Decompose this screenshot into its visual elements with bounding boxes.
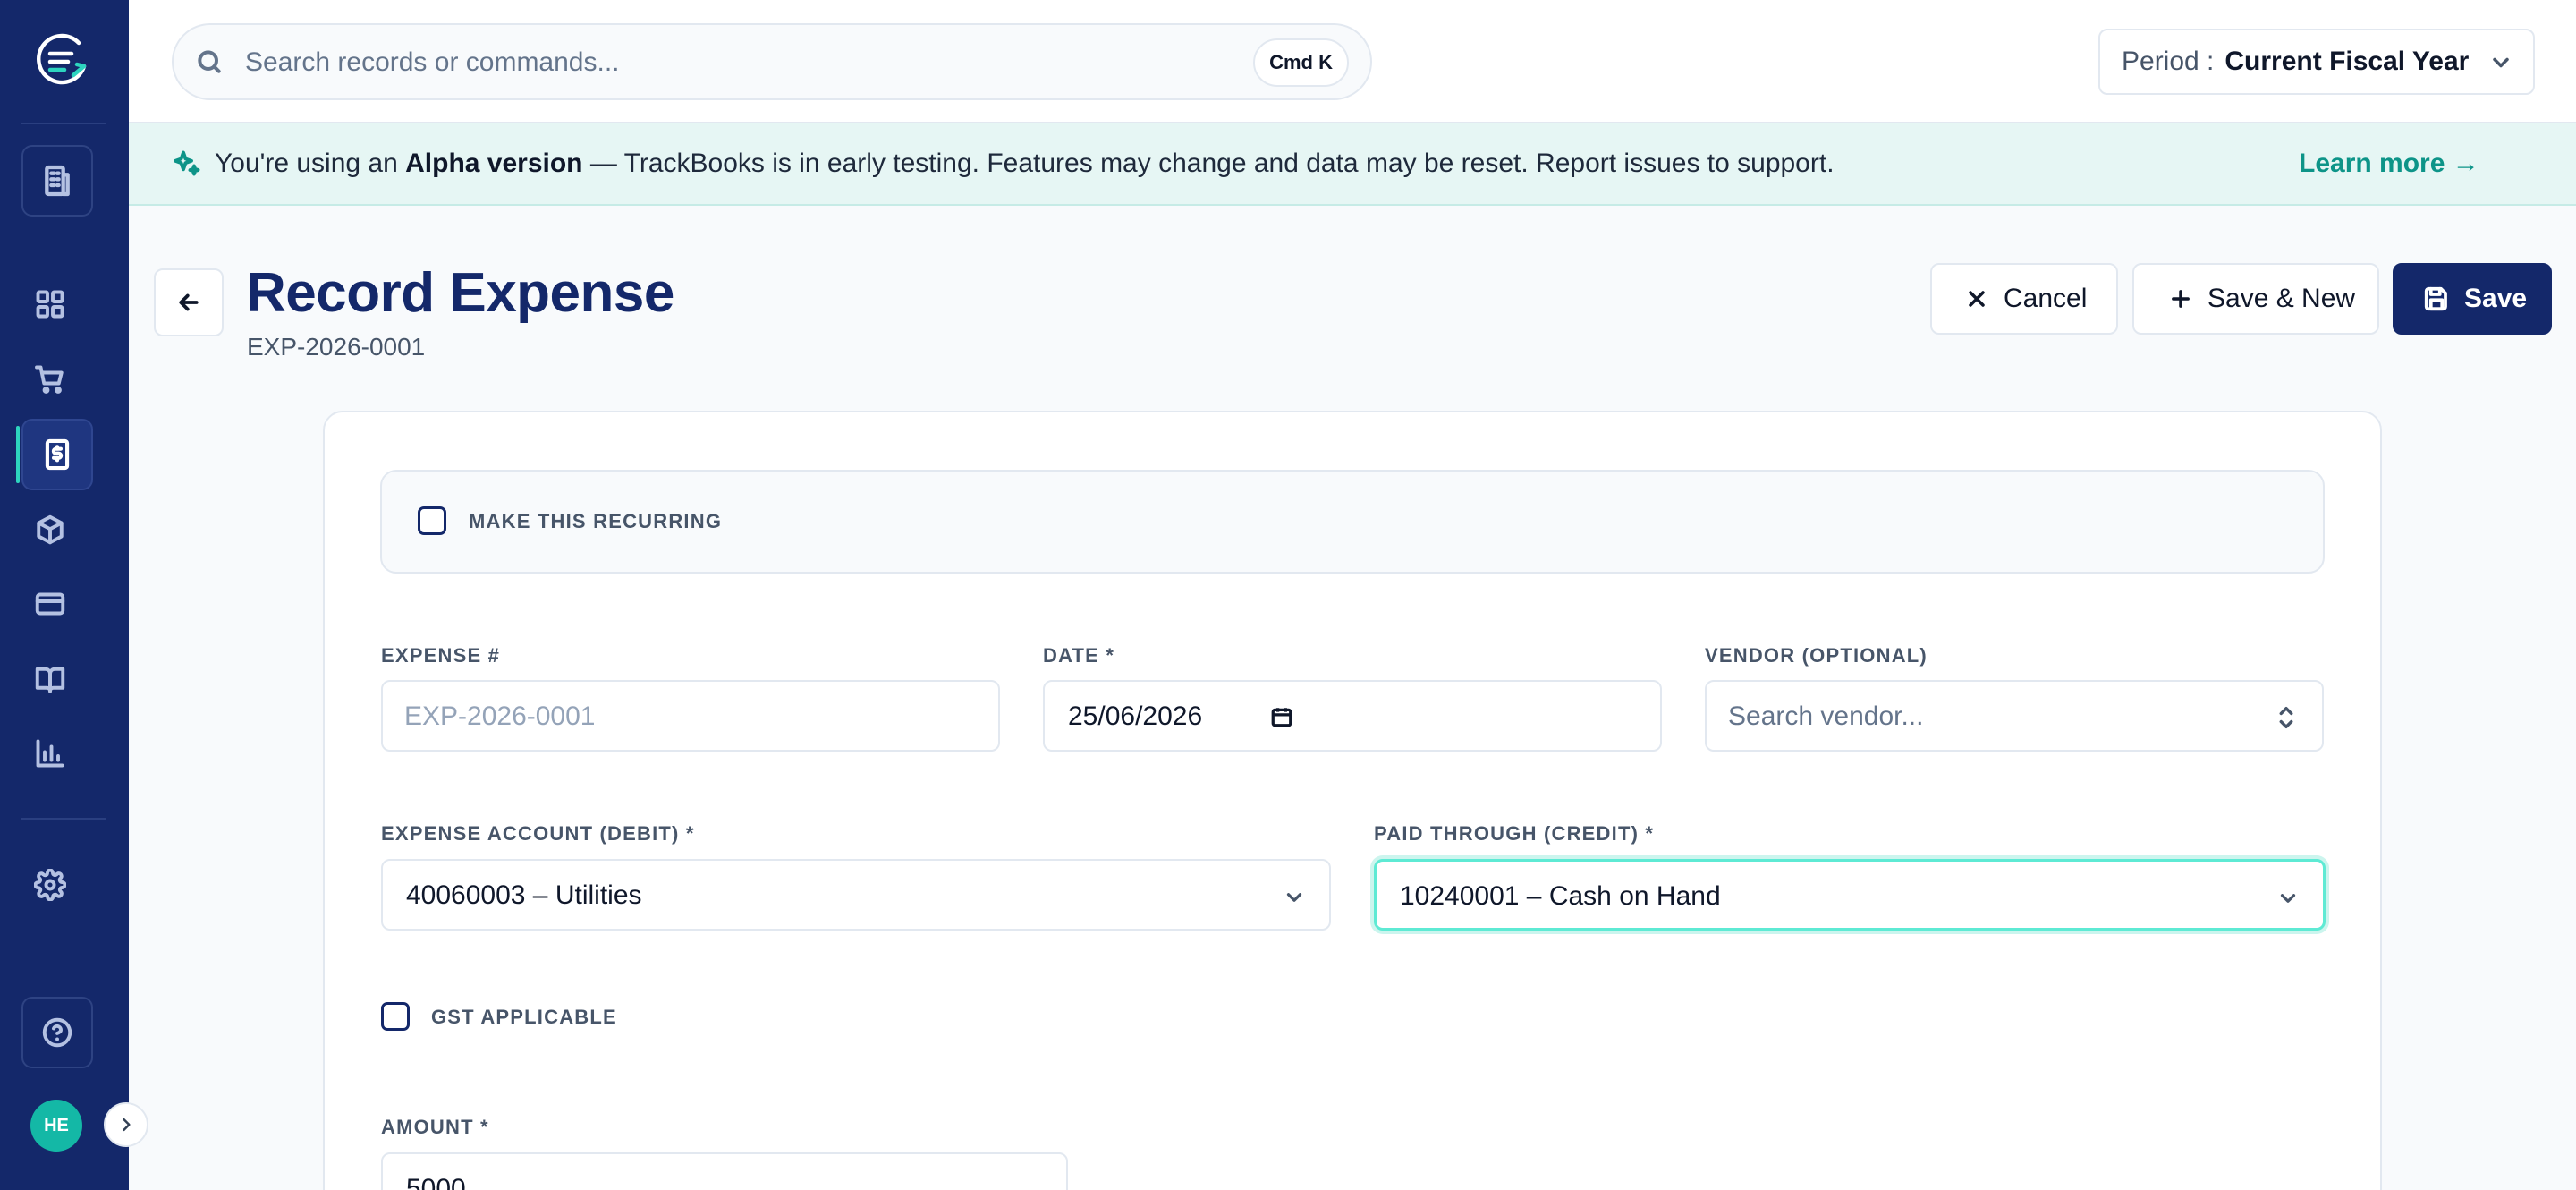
period-label: Period : xyxy=(2122,47,2215,76)
date-field[interactable]: 25/06/2026 xyxy=(1043,680,1662,752)
help-icon xyxy=(42,1017,72,1048)
save-and-new-button[interactable]: Save & New xyxy=(2132,263,2379,335)
sidebar-item-dashboard[interactable] xyxy=(30,285,70,324)
save-label: Save xyxy=(2464,284,2528,313)
chevron-down-icon xyxy=(2276,887,2300,917)
page-subtitle: EXP-2026-0001 xyxy=(247,333,426,361)
avatar-initials: HE xyxy=(44,1115,69,1135)
arrow-left-icon xyxy=(179,293,199,311)
period-value: Current Fiscal Year xyxy=(2224,47,2470,76)
expense-icon xyxy=(45,438,70,471)
sidebar-item-reports[interactable] xyxy=(30,734,70,773)
search-shortcut-badge: Cmd K xyxy=(1253,38,1349,87)
vendor-select[interactable] xyxy=(1705,680,2324,752)
expense-account-label: EXPENSE ACCOUNT (DEBIT) * xyxy=(381,822,695,845)
expense-account-value: 40060003 – Utilities xyxy=(406,880,642,910)
amount-value: 5000 xyxy=(406,1174,466,1190)
expense-number-input[interactable] xyxy=(404,698,959,735)
sidebar-divider xyxy=(21,123,106,124)
chevron-down-icon xyxy=(2488,50,2513,82)
building-icon xyxy=(45,165,70,197)
close-icon xyxy=(1969,291,1985,307)
vendor-search-input[interactable] xyxy=(1728,698,2283,735)
period-selector[interactable]: Period : Current Fiscal Year xyxy=(2098,29,2535,95)
avatar[interactable]: HE xyxy=(30,1100,82,1152)
gst-label: GST APPLICABLE xyxy=(431,1006,617,1028)
paid-through-value: 10240001 – Cash on Hand xyxy=(1400,881,1721,911)
expense-account-select[interactable]: 40060003 – Utilities xyxy=(381,859,1331,931)
cancel-label: Cancel xyxy=(2004,284,2088,313)
calendar-icon[interactable] xyxy=(1270,705,1293,735)
sidebar-item-company[interactable] xyxy=(21,145,93,217)
expense-number-label: EXPENSE # xyxy=(381,644,501,667)
gear-icon xyxy=(34,869,66,901)
sidebar-item-expenses[interactable] xyxy=(16,419,93,490)
book-icon xyxy=(35,667,65,693)
cart-icon xyxy=(35,365,64,394)
credit-card-icon xyxy=(35,592,65,616)
chevron-right-icon xyxy=(123,1118,131,1132)
sidebar-item-ledger[interactable] xyxy=(30,659,70,699)
sidebar-item-settings[interactable] xyxy=(30,865,70,905)
cancel-button[interactable]: Cancel xyxy=(1930,263,2118,335)
sidebar-expand-button[interactable] xyxy=(104,1102,148,1147)
date-value: 25/06/2026 xyxy=(1068,701,1203,731)
search-icon xyxy=(195,47,224,81)
paid-through-select[interactable]: 10240001 – Cash on Hand xyxy=(1374,859,2326,931)
amount-field[interactable]: 5000 xyxy=(381,1152,1068,1190)
banner-message: You're using an Alpha version — TrackBoo… xyxy=(215,149,1835,178)
expense-number-field[interactable] xyxy=(381,680,1000,752)
bar-chart-icon xyxy=(36,739,64,768)
back-button[interactable] xyxy=(154,268,224,336)
sidebar-divider xyxy=(21,818,106,820)
sidebar: HE xyxy=(0,0,129,1190)
gst-checkbox[interactable] xyxy=(381,1002,410,1031)
paid-through-label: PAID THROUGH (CREDIT) * xyxy=(1374,822,1655,845)
plus-icon xyxy=(2172,290,2190,308)
page-title: Record Expense xyxy=(246,262,674,324)
learn-more-link[interactable]: Learn more → xyxy=(2299,149,2479,179)
search-input[interactable] xyxy=(245,43,1229,82)
save-button[interactable]: Save xyxy=(2393,263,2552,335)
sidebar-item-inventory[interactable] xyxy=(30,510,70,549)
chevron-up-down-icon xyxy=(2274,703,2299,739)
box-icon xyxy=(37,514,64,545)
save-icon xyxy=(2424,286,2447,311)
amount-label: AMOUNT * xyxy=(381,1116,489,1138)
sidebar-item-banking[interactable] xyxy=(30,584,70,624)
date-label: DATE * xyxy=(1043,644,1115,667)
app-logo[interactable] xyxy=(32,30,91,89)
banner-highlight: Alpha version xyxy=(405,149,583,178)
top-bar: Cmd K Period : Current Fiscal Year xyxy=(129,0,2576,123)
global-search[interactable]: Cmd K xyxy=(172,23,1372,100)
dashboard-icon xyxy=(36,290,64,319)
recurring-checkbox[interactable] xyxy=(418,506,446,535)
alpha-banner: You're using an Alpha version — TrackBoo… xyxy=(129,123,2576,206)
vendor-label: VENDOR (OPTIONAL) xyxy=(1705,644,1928,667)
save-and-new-label: Save & New xyxy=(2207,284,2356,313)
sparkles-icon xyxy=(170,149,202,185)
sidebar-item-sales[interactable] xyxy=(30,360,70,399)
chevron-down-icon xyxy=(1283,886,1306,916)
recurring-label: MAKE THIS RECURRING xyxy=(469,510,723,532)
sidebar-item-help[interactable] xyxy=(21,997,93,1068)
